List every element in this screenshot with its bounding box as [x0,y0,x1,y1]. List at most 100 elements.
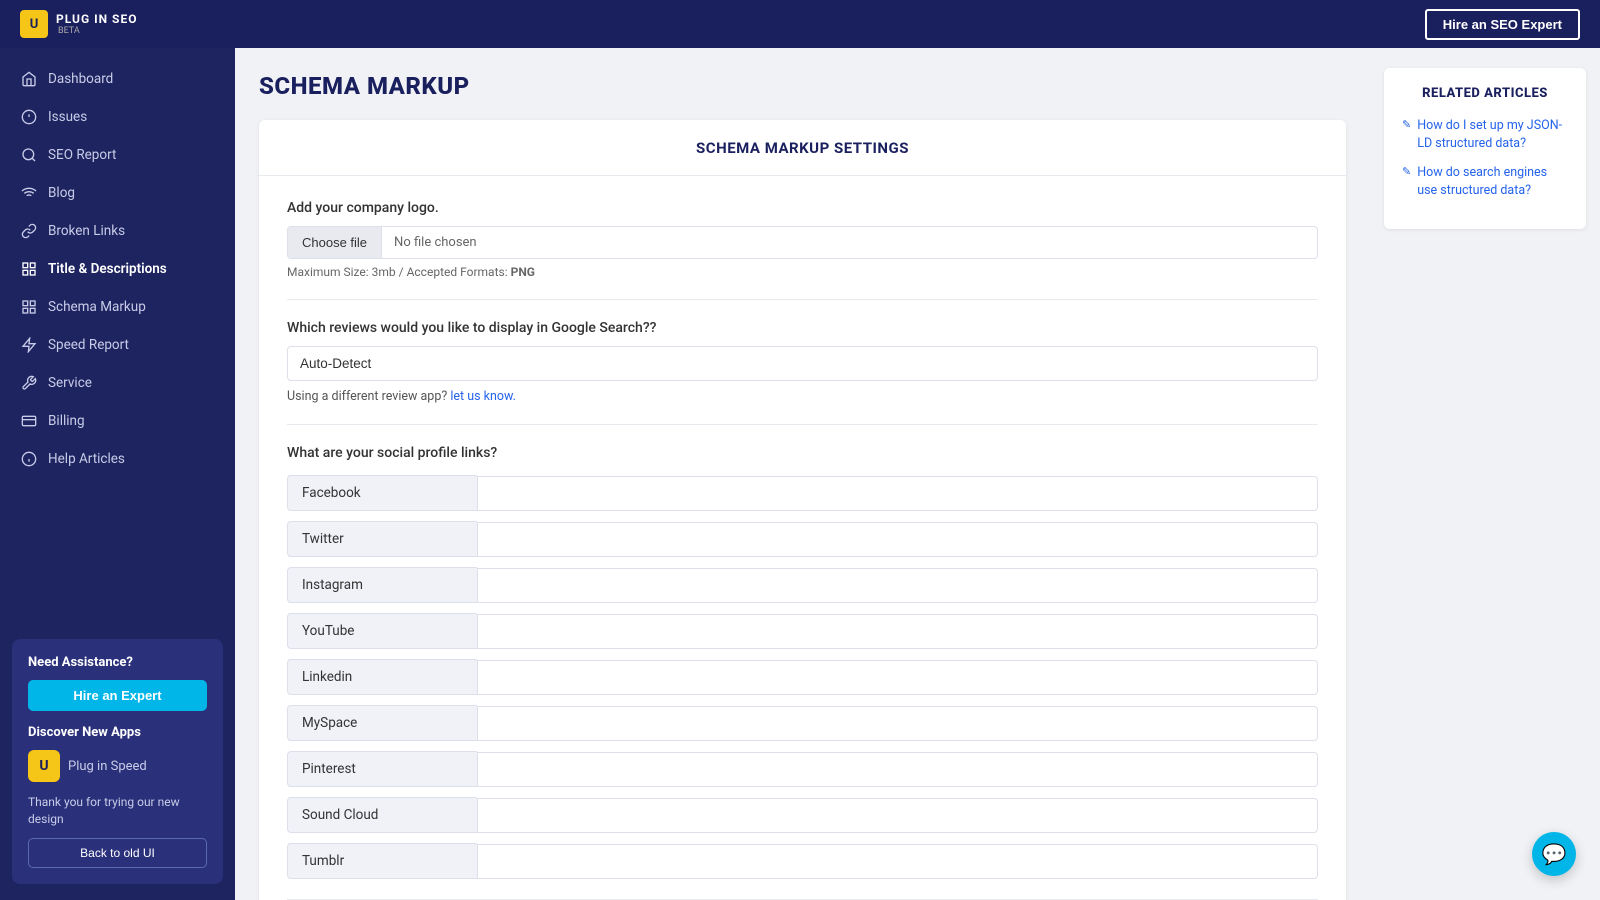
social-label-sound-cloud: Sound Cloud [287,797,477,833]
social-input-sound-cloud[interactable] [477,798,1318,833]
social-row-instagram: Instagram [287,567,1318,603]
social-row-youtube: YouTube [287,613,1318,649]
social-input-linkedin[interactable] [477,660,1318,695]
related-articles-title: RELATED ARTICLES [1402,86,1568,101]
app-icon: U [28,750,60,782]
social-label-linkedin: Linkedin [287,659,477,695]
max-size-text: Maximum Size: 3mb / Accepted Formats: PN… [287,265,1318,279]
rss-icon [20,184,38,202]
social-row-linkedin: Linkedin [287,659,1318,695]
sidebar-bottom-panel: Need Assistance? Hire an Expert Discover… [12,639,223,884]
schema-markup-card: SCHEMA MARKUP SETTINGS Add your company … [259,120,1346,900]
social-input-facebook[interactable] [477,476,1318,511]
sidebar-label-help-articles: Help Articles [48,451,125,467]
schema-icon [20,298,38,316]
logo-section-label: Add your company logo. [287,200,1318,216]
social-row-myspace: MySpace [287,705,1318,741]
search-icon [20,146,38,164]
external-link-icon: ✎ [1402,117,1411,132]
back-to-old-ui-button[interactable]: Back to old UI [28,838,207,868]
choose-file-button[interactable]: Choose file [288,227,382,258]
social-input-pinterest[interactable] [477,752,1318,787]
related-articles-card: RELATED ARTICLES ✎ How do I set up my JSO… [1384,68,1586,229]
social-label-twitter: Twitter [287,521,477,557]
review-section: Which reviews would you like to display … [287,320,1318,404]
social-row-pinterest: Pinterest [287,751,1318,787]
chat-bubble-button[interactable]: 💬 [1532,832,1576,876]
social-row-twitter: Twitter [287,521,1318,557]
sidebar-label-billing: Billing [48,413,85,429]
discover-apps-label: Discover New Apps [28,725,207,740]
let-us-know-link[interactable]: let us know. [450,389,516,404]
chat-icon: 💬 [1542,842,1567,866]
social-label-tumblr: Tumblr [287,843,477,879]
sidebar-item-billing[interactable]: Billing [0,402,235,440]
logo-area: U PLUG IN SEO BETA [20,10,137,38]
title-icon [20,260,38,278]
sidebar-label-broken-links: Broken Links [48,223,125,239]
need-assistance-label: Need Assistance? [28,655,207,670]
right-panel: RELATED ARTICLES ✎ How do I set up my JSO… [1370,48,1600,900]
hire-seo-expert-button[interactable]: Hire an SEO Expert [1425,9,1580,40]
related-links-container: ✎ How do I set up my JSON-LD structured d… [1402,117,1568,199]
house-icon [20,70,38,88]
help-icon [20,450,38,468]
social-label-pinterest: Pinterest [287,751,477,787]
accepted-formats: PNG [511,265,535,279]
sidebar-item-blog[interactable]: Blog [0,174,235,212]
sidebar-label-speed-report: Speed Report [48,337,129,353]
logo-section: Add your company logo. Choose file No fi… [287,200,1318,279]
social-input-tumblr[interactable] [477,844,1318,879]
sidebar-item-title-descriptions[interactable]: Title & Descriptions [0,250,235,288]
app-name: Plug in Speed [68,759,147,774]
social-input-twitter[interactable] [477,522,1318,557]
sidebar-item-help-articles[interactable]: Help Articles [0,440,235,478]
card-body: Add your company logo. Choose file No fi… [259,176,1346,900]
sidebar-item-speed-report[interactable]: Speed Report [0,326,235,364]
social-label-myspace: MySpace [287,705,477,741]
social-row-sound-cloud: Sound Cloud [287,797,1318,833]
related-link-text-0: How do I set up my JSON-LD structured da… [1417,117,1568,152]
related-link-1[interactable]: ✎How do search engines use structured da… [1402,164,1568,199]
divider-2 [287,424,1318,425]
sidebar-item-broken-links[interactable]: Broken Links [0,212,235,250]
hire-expert-button[interactable]: Hire an Expert [28,680,207,711]
logo-beta: BETA [58,26,137,36]
social-label-instagram: Instagram [287,567,477,603]
card-header-title: SCHEMA MARKUP SETTINGS [696,139,909,157]
divider-1 [287,299,1318,300]
related-link-text-1: How do search engines use structured dat… [1417,164,1568,199]
related-link-0[interactable]: ✎ How do I set up my JSON-LD structured d… [1402,117,1568,152]
file-input-row: Choose file No file chosen [287,226,1318,259]
social-input-instagram[interactable] [477,568,1318,603]
service-icon [20,374,38,392]
no-file-text: No file chosen [382,227,1317,258]
social-input-myspace[interactable] [477,706,1318,741]
sidebar-item-issues[interactable]: Issues [0,98,235,136]
sidebar-item-dashboard[interactable]: Dashboard [0,60,235,98]
sidebar-label-service: Service [48,375,92,391]
billing-icon [20,412,38,430]
sidebar-item-seo-report[interactable]: SEO Report [0,136,235,174]
top-nav: U PLUG IN SEO BETA Hire an SEO Expert [0,0,1600,48]
review-dropdown[interactable]: Auto-Detect [287,346,1318,381]
social-input-youtube[interactable] [477,614,1318,649]
sidebar-label-schema-markup: Schema Markup [48,299,146,315]
sidebar-item-schema-markup[interactable]: Schema Markup [0,288,235,326]
sidebar-item-service[interactable]: Service [0,364,235,402]
main-content: SCHEMA MARKUP SCHEMA MARKUP SETTINGS Add… [235,48,1370,900]
sidebar-label-issues: Issues [48,109,87,125]
issues-icon [20,108,38,126]
sidebar: Dashboard Issues SEO Report Blog [0,48,235,900]
page-title: SCHEMA MARKUP [259,72,1346,100]
social-section-label: What are your social profile links? [287,445,1318,461]
link-icon [20,222,38,240]
sidebar-label-dashboard: Dashboard [48,71,113,87]
social-label-facebook: Facebook [287,475,477,511]
sidebar-nav: Dashboard Issues SEO Report Blog [0,48,235,639]
logo-text: PLUG IN SEO [56,12,137,26]
review-note: Using a different review app? let us kno… [287,389,1318,404]
thank-you-text: Thank you for trying our new design [28,794,207,828]
social-row-facebook: Facebook [287,475,1318,511]
card-header: SCHEMA MARKUP SETTINGS [259,120,1346,176]
